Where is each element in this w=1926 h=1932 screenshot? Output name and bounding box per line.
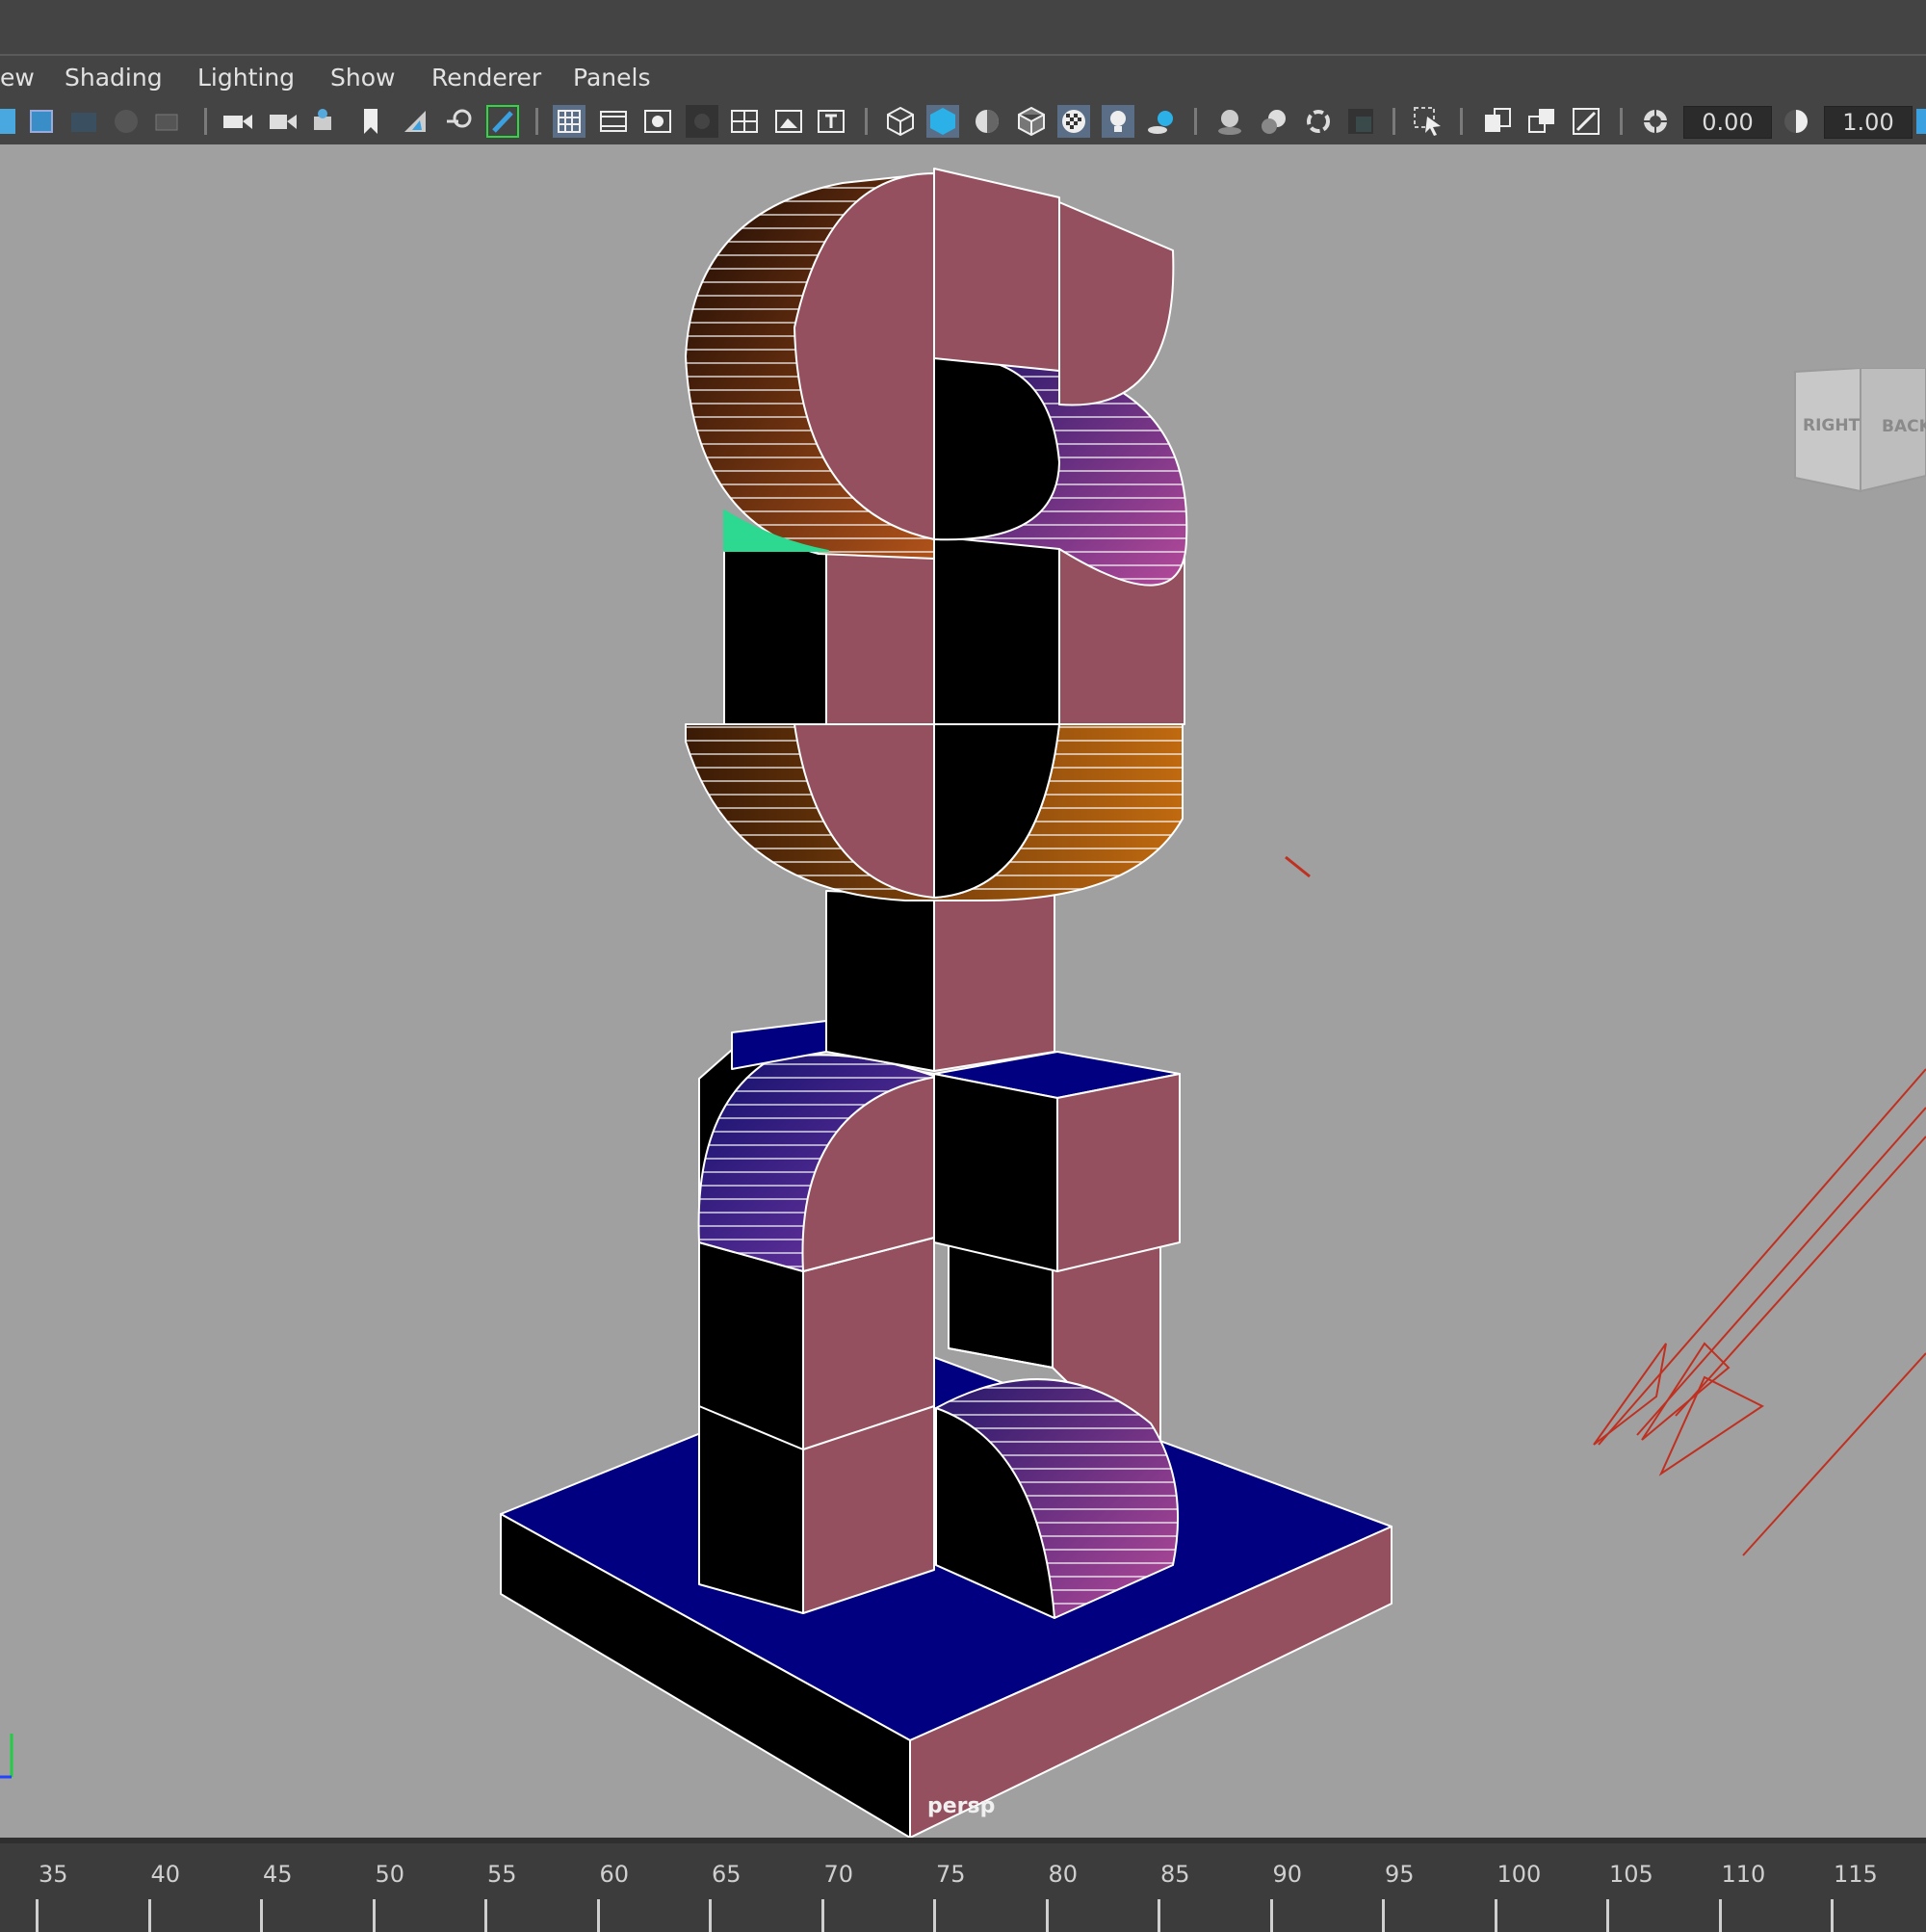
sculpture-model[interactable]	[500, 168, 1392, 1838]
timeline-tick	[1269, 1899, 1273, 1932]
toolbar-separator	[1194, 108, 1197, 135]
resolution-gate-icon[interactable]	[641, 105, 674, 138]
safe-action-icon[interactable]	[772, 105, 805, 138]
menu-show[interactable]: Show	[330, 64, 395, 91]
frame-selected-icon[interactable]	[67, 105, 100, 138]
screen-space-ao-icon[interactable]	[1213, 105, 1246, 138]
timeline-tick	[933, 1899, 936, 1932]
camera-lock-icon[interactable]	[266, 105, 299, 138]
gamma-field[interactable]: 1.00	[1824, 106, 1913, 139]
wireframe-on-shaded-icon[interactable]	[1015, 105, 1048, 138]
timeline-tick-label: 115	[1834, 1861, 1878, 1888]
timeline-tick-label: 45	[263, 1861, 293, 1888]
time-slider[interactable]: 35 40 45 50 55 60 65 70 75 80 85 90 95 100 105 110 115	[0, 1838, 1926, 1932]
grease-pencil-icon[interactable]	[486, 105, 519, 138]
default-material-icon[interactable]	[971, 105, 1003, 138]
layers-icon[interactable]	[150, 105, 183, 138]
timeline-tick-label: 110	[1721, 1861, 1766, 1888]
timeline-tick	[36, 1899, 39, 1932]
window-titlebar	[0, 0, 1926, 56]
timeline-tick	[484, 1899, 487, 1932]
menu-panels[interactable]: Panels	[573, 64, 650, 91]
toolbar-separator	[1392, 108, 1395, 135]
timeline-tick	[596, 1899, 600, 1932]
timeline-tick-label: 75	[936, 1861, 966, 1888]
textured-icon[interactable]	[1057, 105, 1090, 138]
menu-renderer[interactable]: Renderer	[431, 64, 541, 91]
camera-icon[interactable]	[221, 105, 254, 138]
3d-viewport[interactable]: RIGHT BACK persp	[0, 144, 1926, 1838]
timeline-tick-label: 55	[487, 1861, 517, 1888]
bookmark-icon[interactable]	[354, 105, 387, 138]
timeline-tick	[1606, 1899, 1609, 1932]
motion-blur-icon[interactable]	[1258, 105, 1290, 138]
menu-lighting[interactable]: Lighting	[197, 64, 295, 91]
timeline-tick	[260, 1899, 263, 1932]
camera-name-label: persp	[927, 1794, 996, 1818]
viewport-menu-bar: ew Shading Lighting Show Renderer Panels	[0, 56, 1926, 100]
scene-canvas[interactable]	[0, 144, 1926, 1838]
toolbar-separator	[865, 108, 868, 135]
directional-light-gizmo[interactable]	[1285, 855, 1926, 1556]
timeline-tick-label: 35	[39, 1861, 68, 1888]
view-cube[interactable]: RIGHT BACK	[1793, 366, 1926, 493]
timeline-tick-label: 60	[599, 1861, 630, 1888]
menu-shading[interactable]: Shading	[65, 64, 163, 91]
toolbar-separator	[1620, 108, 1623, 135]
viewcube-right-label: RIGHT	[1803, 416, 1861, 435]
toolbar-separator	[1460, 108, 1463, 135]
smooth-shade-icon[interactable]	[926, 105, 959, 138]
timeline-tick	[372, 1899, 376, 1932]
xray-active-components-icon[interactable]	[1525, 105, 1558, 138]
gate-mask-icon[interactable]	[686, 105, 718, 138]
pan-zoom-icon[interactable]	[443, 105, 476, 138]
menu-view[interactable]: ew	[0, 64, 35, 91]
timeline-tick-label: 70	[823, 1861, 854, 1888]
timeline-tick-label: 80	[1048, 1861, 1079, 1888]
timeline-tick-label: 50	[375, 1861, 405, 1888]
color-management-icon[interactable]	[1916, 105, 1926, 138]
timeline-tick	[1158, 1899, 1160, 1932]
timeline-tick-label: 100	[1497, 1861, 1542, 1888]
timeline-tick-label: 95	[1385, 1861, 1415, 1888]
gamma-icon[interactable]	[1780, 105, 1812, 138]
timeline-tick	[1494, 1899, 1497, 1932]
grid-icon[interactable]	[553, 105, 586, 138]
safe-title-icon[interactable]	[815, 105, 847, 138]
field-chart-icon[interactable]	[728, 105, 761, 138]
depth-of-field-icon[interactable]	[1344, 105, 1377, 138]
viewport-toolbar: 0.00 1.00	[0, 100, 1926, 144]
timeline-tick	[1718, 1899, 1722, 1932]
axis-gizmo	[0, 1734, 13, 1779]
xray-joints-icon[interactable]	[1570, 105, 1602, 138]
timeline-tick-label: 40	[150, 1861, 181, 1888]
timeline-tick	[820, 1899, 824, 1932]
image-plane-icon[interactable]	[399, 105, 431, 138]
film-gate-icon[interactable]	[597, 105, 630, 138]
shadows-icon[interactable]	[1146, 105, 1179, 138]
timeline-tick-label: 85	[1160, 1861, 1190, 1888]
timeline-tick	[1045, 1899, 1049, 1932]
timeline-tick	[147, 1899, 151, 1932]
timeline-tick	[709, 1899, 712, 1932]
timeline-tick-label: 105	[1609, 1861, 1653, 1888]
timeline-tick-label: 65	[712, 1861, 742, 1888]
camera-attributes-icon[interactable]	[310, 105, 343, 138]
exposure-field[interactable]: 0.00	[1683, 106, 1772, 139]
timeline-tick	[1382, 1899, 1385, 1932]
lights-icon[interactable]	[1102, 105, 1134, 138]
timeline-tick-label: 90	[1272, 1861, 1303, 1888]
toolbar-separator	[204, 108, 207, 135]
exposure-icon[interactable]	[1639, 105, 1672, 138]
anti-aliasing-icon[interactable]	[1302, 105, 1335, 138]
timeline-tick	[1831, 1899, 1834, 1932]
isolate-select-icon[interactable]	[1412, 105, 1444, 138]
toolbar-separator	[535, 108, 538, 135]
sphere-icon[interactable]	[110, 105, 143, 138]
frame-all-icon[interactable]	[25, 105, 58, 138]
xray-icon[interactable]	[1481, 105, 1514, 138]
viewcube-back-label: BACK	[1882, 417, 1926, 436]
wireframe-icon[interactable]	[884, 105, 917, 138]
